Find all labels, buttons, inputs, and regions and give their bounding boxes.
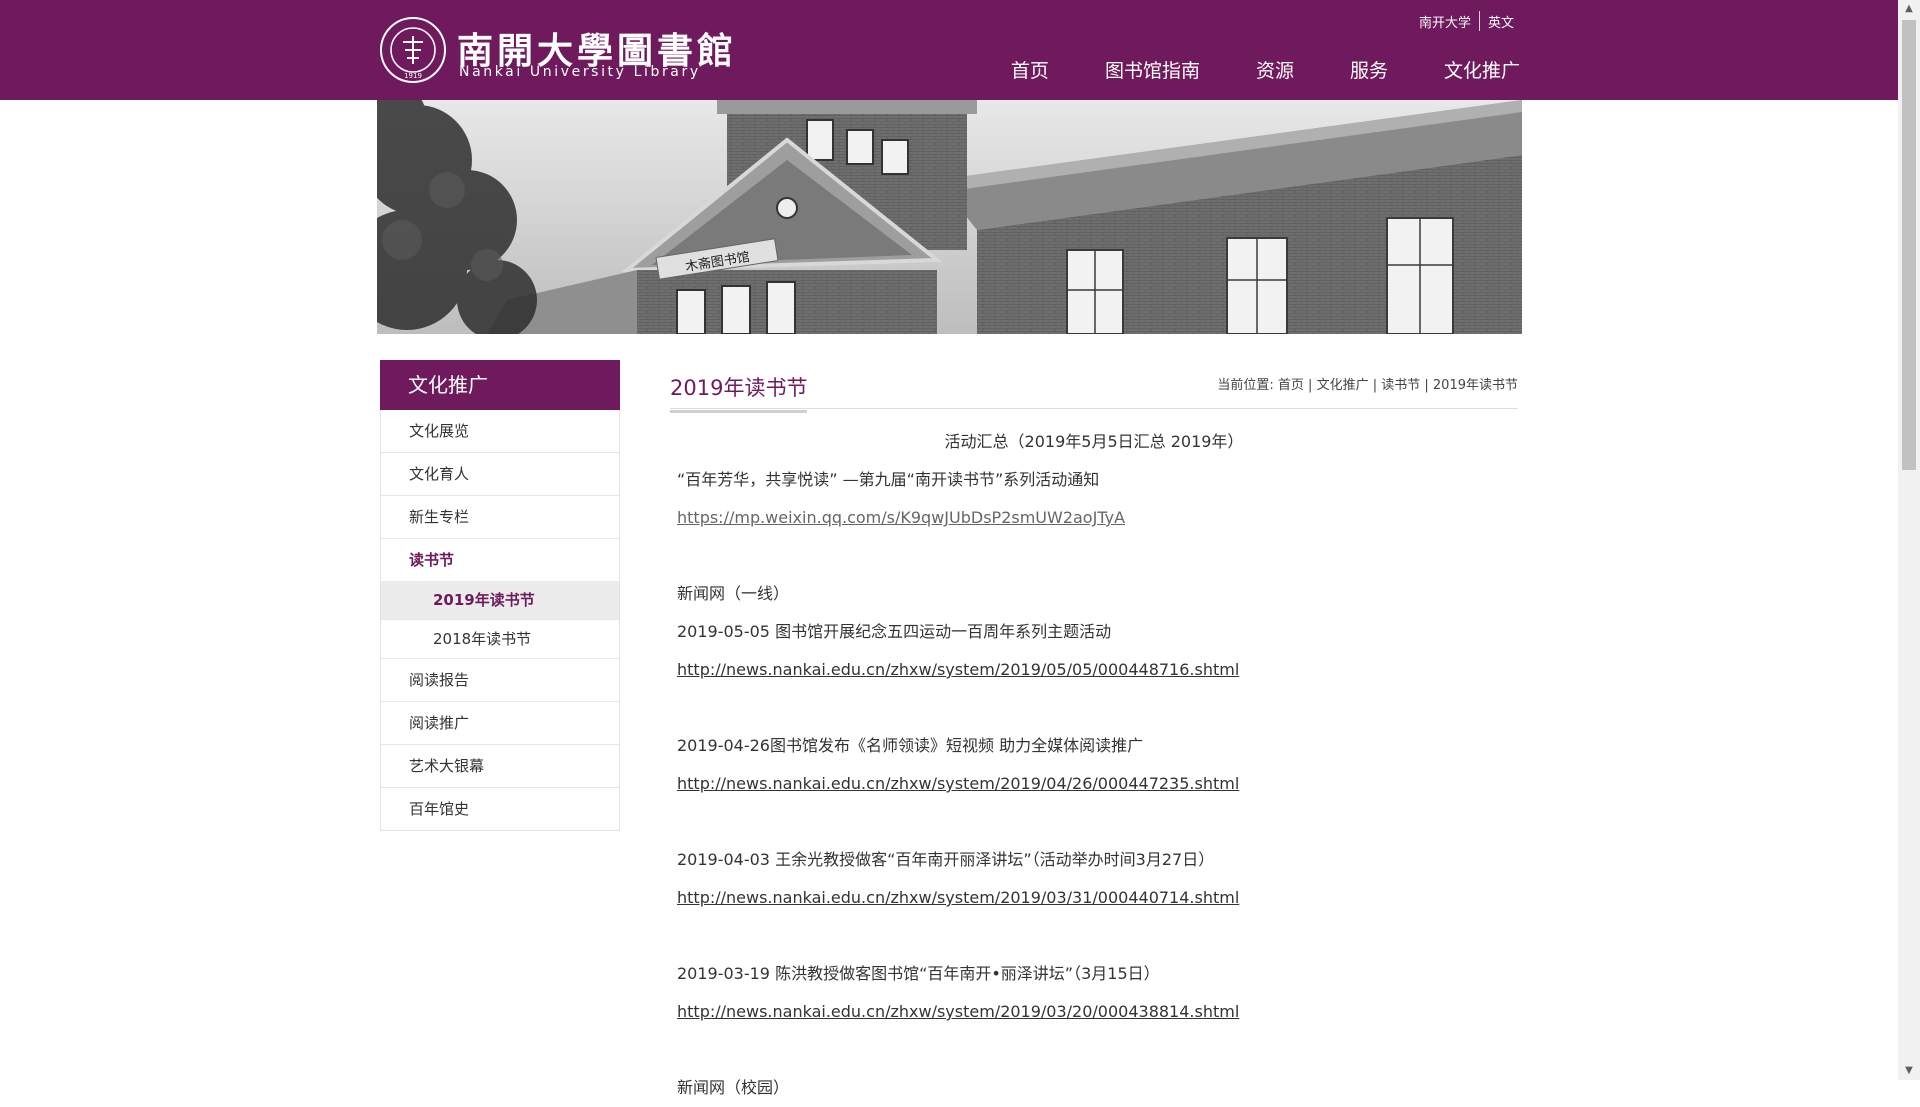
top-link-english[interactable]: 英文 xyxy=(1480,12,1522,31)
nav-resources[interactable]: 资源 xyxy=(1256,56,1294,83)
news-item-link[interactable]: http://news.nankai.edu.cn/zhxw/system/20… xyxy=(677,774,1239,793)
breadcrumb-sep: | xyxy=(1308,378,1317,393)
news-item-link[interactable]: http://news.nankai.edu.cn/zhxw/system/20… xyxy=(677,888,1239,907)
news-item-text: 2019-04-26图书馆发布《名师领读》短视频 助力全媒体阅读推广 xyxy=(677,736,1144,755)
sidebar-item-reading-report[interactable]: 阅读报告 xyxy=(381,659,619,702)
main-content: 2019年读书节 当前位置: 首页 | 文化推广 | 读书节 | 2019年读书… xyxy=(670,360,1518,1107)
notice-text: “百年芳华，共享悦读” —第九届“南开读书节”系列活动通知 xyxy=(677,470,1100,489)
content-header: 2019年读书节 当前位置: 首页 | 文化推广 | 读书节 | 2019年读书… xyxy=(670,360,1518,413)
next-news-heading: 新闻网（校园） xyxy=(677,1078,790,1097)
nav-home[interactable]: 首页 xyxy=(1011,56,1049,83)
sidebar-item-reading-festival[interactable]: 读书节 xyxy=(381,539,619,581)
sidebar-item-library-history[interactable]: 百年馆史 xyxy=(381,788,619,830)
banner-image: 木斋图书馆 xyxy=(377,100,1522,334)
sidebar: 文化推广 文化展览 文化育人 新生专栏 读书节 2019年读书节 2018年读书… xyxy=(380,360,620,831)
top-links: 南开大学 英文 xyxy=(1411,10,1522,32)
news-item-text: 2019-03-19 陈洪教授做客图书馆“百年南开•丽泽讲坛”（3月15日） xyxy=(677,964,1160,983)
news-item-text: 2019-05-05 图书馆开展纪念五四运动一百周年系列主题活动 xyxy=(677,622,1112,641)
scroll-down-arrow-icon[interactable]: ▼ xyxy=(1898,1062,1920,1080)
site-header: 1919 南開大學圖書館 Nankai University Library 南… xyxy=(0,0,1898,100)
nav-culture[interactable]: 文化推广 xyxy=(1444,56,1520,83)
sidebar-subitem-2018-festival[interactable]: 2018年读书节 xyxy=(381,620,619,659)
top-link-nankai[interactable]: 南开大学 xyxy=(1411,12,1479,31)
sidebar-item-freshmen[interactable]: 新生专栏 xyxy=(381,496,619,539)
sidebar-title: 文化推广 xyxy=(380,360,620,410)
page-scrollbar[interactable]: ▲ ▼ xyxy=(1898,0,1920,1080)
news-item-link[interactable]: http://news.nankai.edu.cn/zhxw/system/20… xyxy=(677,660,1239,679)
sidebar-item-education[interactable]: 文化育人 xyxy=(381,453,619,496)
library-logo[interactable]: 1919 南開大學圖書館 Nankai University Library xyxy=(379,14,733,86)
main-nav: 首页 图书馆指南 资源 服务 文化推广 xyxy=(955,56,1520,83)
scroll-thumb[interactable] xyxy=(1902,20,1916,470)
sidebar-item-art-screen[interactable]: 艺术大银幕 xyxy=(381,745,619,788)
top-link-divider xyxy=(1478,11,1480,31)
logo-english-name: Nankai University Library xyxy=(459,64,701,80)
news-item-link[interactable]: http://news.nankai.edu.cn/zhxw/system/20… xyxy=(677,1002,1239,1021)
nav-services[interactable]: 服务 xyxy=(1350,56,1388,83)
breadcrumb-festival[interactable]: 读书节 xyxy=(1381,378,1420,393)
sidebar-subitem-2019-festival[interactable]: 2019年读书节 xyxy=(381,581,619,620)
page-title: 2019年读书节 xyxy=(670,372,808,413)
scroll-up-arrow-icon[interactable]: ▲ xyxy=(1898,0,1920,18)
university-seal-icon: 1919 xyxy=(380,17,446,83)
breadcrumb-current[interactable]: 2019年读书节 xyxy=(1433,378,1518,393)
library-building-photo: 木斋图书馆 xyxy=(377,100,1522,334)
breadcrumb-culture[interactable]: 文化推广 xyxy=(1317,378,1369,393)
sidebar-item-exhibitions[interactable]: 文化展览 xyxy=(381,410,619,453)
notice-link[interactable]: https://mp.weixin.qq.com/s/K9qwJUbDsP2sm… xyxy=(677,508,1125,527)
breadcrumb-home[interactable]: 首页 xyxy=(1278,378,1304,393)
breadcrumb-prefix: 当前位置: xyxy=(1217,378,1274,393)
sidebar-item-reading-promotion[interactable]: 阅读推广 xyxy=(381,702,619,745)
breadcrumb-sep: | xyxy=(1372,378,1382,393)
article-body: 活动汇总（2019年5月5日汇总 2019年） “百年芳华，共享悦读” —第九届… xyxy=(670,409,1518,1107)
news-heading: 新闻网（一线） xyxy=(677,584,790,603)
breadcrumb: 当前位置: 首页 | 文化推广 | 读书节 | 2019年读书节 xyxy=(1217,374,1518,393)
breadcrumb-sep: | xyxy=(1424,378,1433,393)
news-item-text: 2019-04-03 王余光教授做客“百年南开丽泽讲坛”（活动举办时间3月27日… xyxy=(677,850,1215,869)
seal-year: 1919 xyxy=(404,72,422,80)
nav-library-guide[interactable]: 图书馆指南 xyxy=(1105,56,1200,83)
summary-line: 活动汇总（2019年5月5日汇总 2019年） xyxy=(944,432,1244,451)
